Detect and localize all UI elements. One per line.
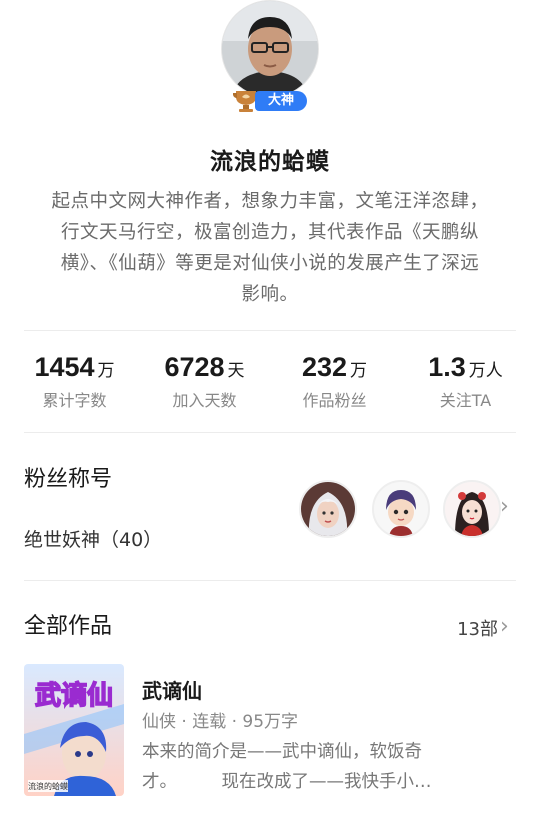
divider <box>24 432 516 433</box>
stat-total-words: 1454 万 累计字数 <box>7 352 142 411</box>
bio-line: 横》、《仙葫》等更是对仙侠小说的发展产生了深远 <box>60 253 480 274</box>
stat-unit: 万 <box>97 361 115 381</box>
chevron-right-icon[interactable]: › <box>500 614 509 639</box>
author-bio: 起点中文网大神作者，想象力丰富，文笔汪洋恣肆， 行文天马行空，极富创造力，其代表… <box>26 186 514 310</box>
stat-value: 1.3 <box>428 352 466 382</box>
desc-line: 本来的简介是——武中谪仙，软饭奇 <box>142 742 422 762</box>
author-level-badge: 大神 <box>231 89 309 113</box>
stat-label: 关注TA <box>439 391 492 410</box>
chevron-right-icon[interactable]: › <box>500 494 509 519</box>
bio-line: 起点中文网大神作者，想象力丰富，文笔汪洋恣肆， <box>51 191 489 212</box>
fan-avatar-boy-icon[interactable] <box>372 480 430 538</box>
stat-label: 加入天数 <box>172 391 237 410</box>
works-heading: 全部作品 <box>24 614 113 639</box>
fan-title-heading: 粉丝称号 <box>24 467 113 492</box>
stat-unit: 万 <box>350 361 368 381</box>
stat-unit: 万人 <box>468 361 503 381</box>
book-title[interactable]: 武谪仙 <box>142 675 202 704</box>
fan-title-value: 绝世妖神（40） <box>24 529 163 551</box>
desc-line: 才。 现在改成了——我快手小… <box>142 772 432 792</box>
bio-line: 行文天马行空，极富创造力，其代表作品《天鹏纵 <box>60 222 479 243</box>
stat-unit: 天 <box>227 361 245 381</box>
avatar-photo <box>221 0 319 98</box>
bio-line: 影响。 <box>241 284 299 305</box>
book-meta: 仙侠 · 连载 · 95万字 <box>142 712 299 732</box>
stat-value: 232 <box>301 352 348 382</box>
cover-title: 武谪仙 <box>35 680 113 711</box>
divider <box>24 330 516 331</box>
author-avatar[interactable] <box>221 0 319 98</box>
fan-avatar-girl-icon[interactable] <box>443 480 501 538</box>
stat-label: 作品粉丝 <box>302 391 367 410</box>
author-stats: 1454 万 累计字数 6728 天 加入天数 232 万 作品粉丝 1.3 万人 关注… <box>0 352 540 412</box>
works-count-link[interactable]: 13部 <box>457 615 498 641</box>
stat-followers[interactable]: 1.3 万人 关注TA <box>398 352 533 411</box>
author-name: 流浪的蛤蟆 <box>210 149 330 175</box>
cover-author: 流浪的蛤蟆 <box>28 781 68 791</box>
stat-join-days: 6728 天 加入天数 <box>137 352 272 411</box>
stat-value: 6728 <box>164 352 225 382</box>
stat-value: 1454 <box>34 352 95 382</box>
book-cover[interactable]: 武谪仙 流浪的蛤蟆 <box>24 664 124 796</box>
stat-label: 累计字数 <box>42 391 107 410</box>
divider <box>24 580 516 581</box>
fan-avatar-silver-hair-icon[interactable] <box>299 480 357 538</box>
badge-label: 大神 <box>255 91 307 111</box>
book-description: 本来的简介是——武中谪仙，软饭奇 才。 现在改成了——我快手小… <box>142 737 492 797</box>
stat-fans: 232 万 作品粉丝 <box>267 352 402 411</box>
